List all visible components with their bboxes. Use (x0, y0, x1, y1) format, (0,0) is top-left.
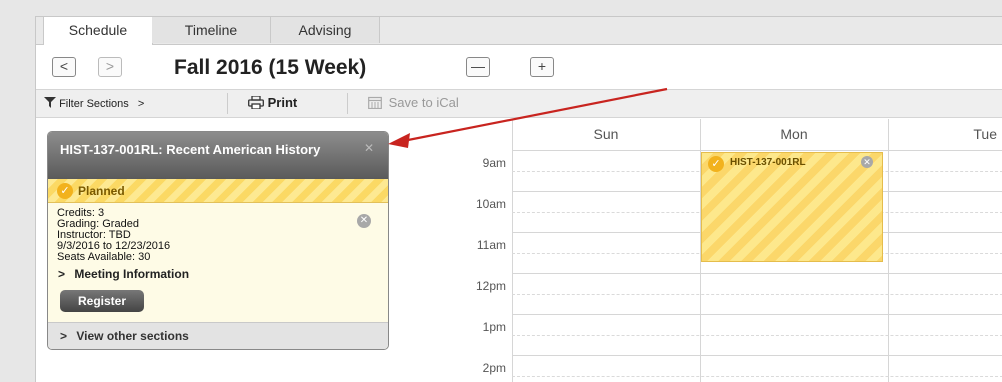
annotation-arrow (388, 87, 668, 148)
